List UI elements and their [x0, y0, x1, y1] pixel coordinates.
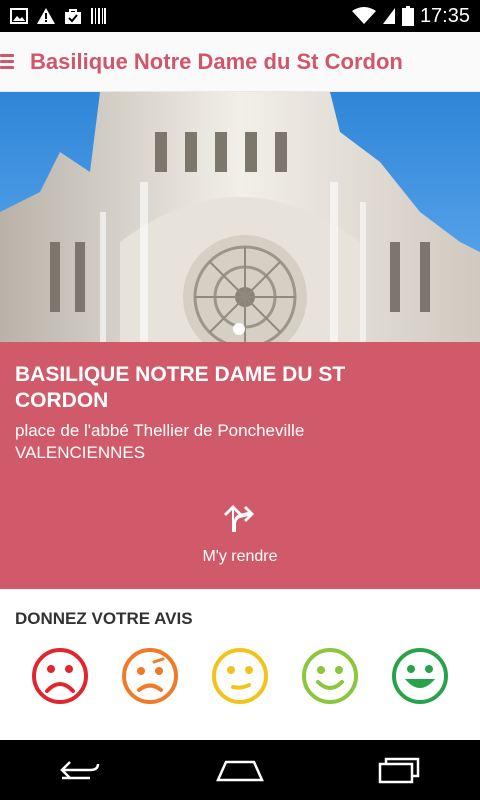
- page-title: Basilique Notre Dame du St Cordon: [30, 48, 403, 74]
- warning-icon: [37, 8, 55, 24]
- signal-icon: [382, 8, 395, 24]
- home-button[interactable]: [210, 750, 270, 790]
- app-bar: Basilique Notre Dame du St Cordon: [0, 32, 480, 92]
- rating-title: DONNEZ VOTRE AVIS: [15, 609, 193, 628]
- place-name: BASILIQUE NOTRE DAME DU ST CORDON: [15, 363, 346, 412]
- happy-face-icon[interactable]: [301, 647, 359, 705]
- basilica-photo: [0, 92, 480, 342]
- address-line1: place de l'abbé Thellier de Poncheville: [15, 421, 305, 440]
- place-info-panel: BASILIQUE NOTRE DAME DU ST CORDON place …: [0, 342, 480, 589]
- neutral-face-icon[interactable]: [211, 647, 269, 705]
- address-city: VALENCIENNES: [15, 443, 146, 462]
- very-unhappy-face-icon[interactable]: [31, 647, 89, 705]
- shopping-bag-icon: [65, 9, 81, 24]
- home-icon: [216, 760, 264, 782]
- place-address: place de l'abbé Thellier de Poncheville …: [15, 420, 304, 464]
- unhappy-face-icon[interactable]: [121, 647, 179, 705]
- directions-button[interactable]: M'y rendre: [190, 492, 290, 566]
- recent-apps-button[interactable]: [370, 750, 430, 790]
- directions-icon: [224, 505, 254, 532]
- back-icon: [60, 761, 100, 780]
- wifi-icon: [351, 7, 376, 24]
- barcode-icon: [91, 8, 106, 24]
- rating-faces: [0, 647, 480, 707]
- back-button[interactable]: [50, 750, 110, 790]
- carousel-indicator: [233, 323, 245, 335]
- place-photo[interactable]: [0, 92, 480, 342]
- directions-label: M'y rendre: [202, 548, 278, 565]
- gallery-icon: [10, 8, 28, 24]
- rating-section: DONNEZ VOTRE AVIS: [0, 589, 480, 740]
- navigation-bar: [0, 740, 480, 800]
- recent-apps-icon: [378, 757, 420, 784]
- menu-icon[interactable]: [0, 53, 14, 71]
- status-bar: 17:35: [0, 0, 480, 32]
- very-happy-face-icon[interactable]: [391, 647, 449, 705]
- clock: 17:35: [419, 4, 470, 27]
- battery-icon: [401, 6, 414, 26]
